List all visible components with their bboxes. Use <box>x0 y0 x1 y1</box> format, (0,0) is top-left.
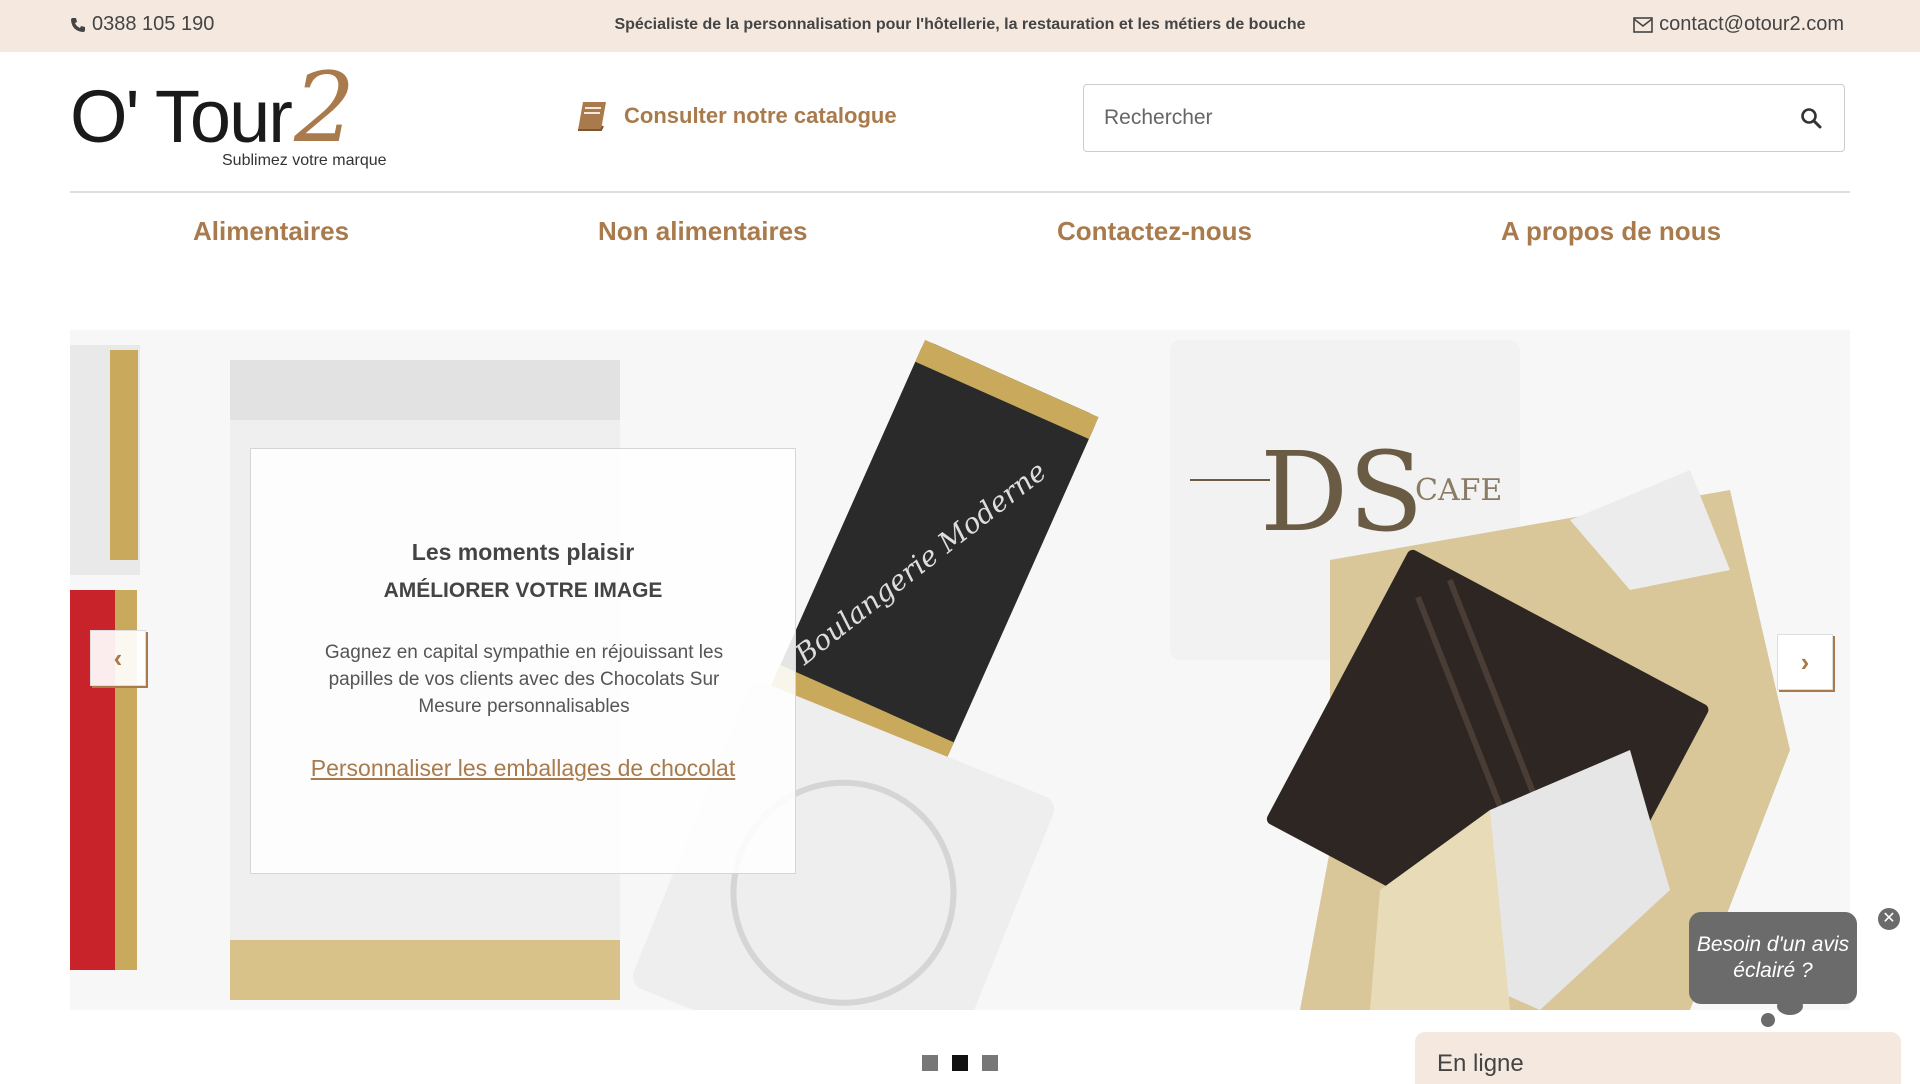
logo-accent: 2 <box>294 52 356 164</box>
slide-caption: Les moments plaisir AMÉLIORER VOTRE IMAG… <box>250 448 796 874</box>
nav-item-about[interactable]: A propos de nous <box>1501 216 1721 247</box>
header-divider <box>70 191 1850 193</box>
main-nav: Alimentaires Non alimentaires Contactez-… <box>70 216 1850 256</box>
slider-pagination <box>922 1055 998 1071</box>
caption-subtitle: AMÉLIORER VOTRE IMAGE <box>383 579 663 602</box>
slider-next-button[interactable]: › <box>1777 634 1833 690</box>
chat-prompt-text: Besoin d'un avis éclairé ? <box>1696 933 1850 982</box>
search-input[interactable] <box>1084 85 1774 151</box>
chat-status-bar[interactable]: En ligne <box>1415 1032 1901 1084</box>
slider-prev-button[interactable]: ‹ <box>90 630 146 686</box>
catalogue-label: Consulter notre catalogue <box>624 103 897 128</box>
logo-tagline: Sublimez votre marque <box>222 152 387 169</box>
envelope-icon <box>1633 16 1653 33</box>
logo-wordmark: O' Tour <box>70 75 293 158</box>
nav-item-non-alimentaires[interactable]: Non alimentaires <box>598 216 808 247</box>
chat-close-button[interactable]: ✕ <box>1876 906 1902 932</box>
nav-item-contact[interactable]: Contactez-nous <box>1057 216 1252 247</box>
slider-dot-3[interactable] <box>982 1055 998 1071</box>
chat-bubble-tail-dot <box>1761 1013 1775 1027</box>
top-bar: 0388 105 190 Spécialiste de la personnal… <box>0 0 1920 52</box>
nav-item-alimentaires[interactable]: Alimentaires <box>193 216 349 247</box>
email-address: contact@otour2.com <box>1659 13 1844 35</box>
search-box <box>1083 84 1845 152</box>
site-tagline: Spécialiste de la personnalisation pour … <box>614 16 1306 33</box>
email-contact[interactable]: contact@otour2.com <box>1633 13 1844 36</box>
svg-text:DS: DS <box>1260 428 1424 556</box>
slider-dot-2[interactable] <box>952 1055 968 1071</box>
book-icon <box>578 102 606 131</box>
chevron-left-icon: ‹ <box>113 642 123 673</box>
close-icon: ✕ <box>1882 910 1896 927</box>
caption-text: Gagnez en capital sympathie en réjouissa… <box>324 642 724 717</box>
chevron-right-icon: › <box>1800 646 1810 677</box>
chat-bubble-tail <box>1777 997 1803 1015</box>
chat-status-label: En ligne <box>1437 1050 1524 1077</box>
caption-link[interactable]: Personnaliser les emballages de chocolat <box>251 755 795 782</box>
slider-dot-1[interactable] <box>922 1055 938 1071</box>
svg-text:CAFE: CAFE <box>1415 473 1502 508</box>
catalogue-link[interactable]: Consulter notre catalogue <box>574 98 897 134</box>
site-logo[interactable]: O' Tour 2 Sublimez votre marque <box>70 60 400 176</box>
chat-prompt-bubble[interactable]: Besoin d'un avis éclairé ? <box>1689 912 1857 1004</box>
search-button[interactable] <box>1800 107 1824 131</box>
search-icon <box>1801 108 1822 129</box>
caption-title: Les moments plaisir <box>411 539 635 565</box>
